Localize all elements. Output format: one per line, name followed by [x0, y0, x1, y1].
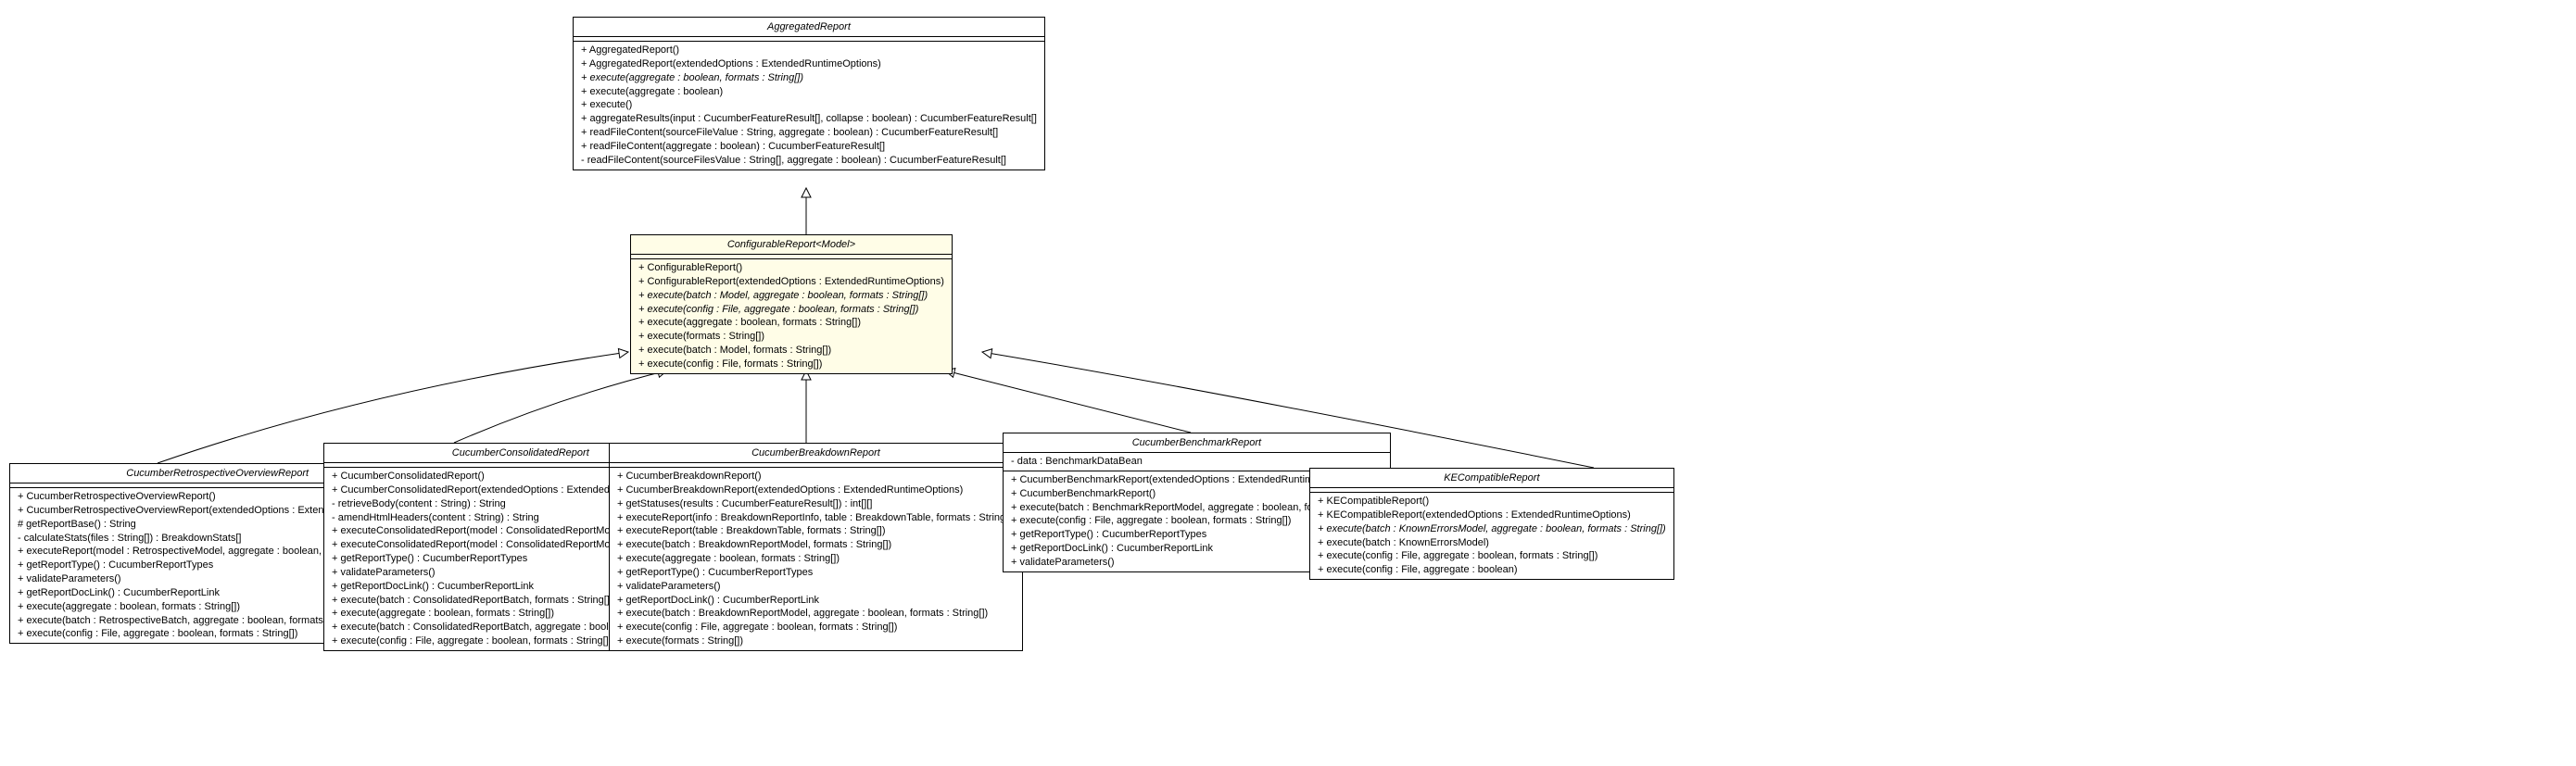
member-line: - data : BenchmarkDataBean	[1011, 455, 1383, 469]
class-title: ConfigurableReport<Model>	[631, 235, 952, 255]
member-line: + execute(config : File, aggregate : boo…	[617, 621, 1015, 634]
member-line: + AggregatedReport()	[581, 44, 1037, 57]
member-line: + getReportType() : CucumberReportTypes	[617, 566, 1015, 580]
member-line: + getReportDocLink() : CucumberReportLin…	[617, 594, 1015, 608]
member-line: + CucumberBreakdownReport()	[617, 470, 1015, 483]
class-title: CucumberBreakdownReport	[610, 444, 1022, 463]
member-line: + execute(aggregate : boolean, formats :…	[638, 316, 944, 330]
member-line: + AggregatedReport(extendedOptions : Ext…	[581, 57, 1037, 71]
member-line: + ConfigurableReport()	[638, 261, 944, 275]
member-line: + execute(batch : Model, formats : Strin…	[638, 344, 944, 358]
class-aggregated-report: AggregatedReport + AggregatedReport()+ A…	[573, 17, 1045, 170]
member-line: + execute(aggregate : boolean, formats :…	[581, 71, 1037, 85]
class-methods: + AggregatedReport()+ AggregatedReport(e…	[574, 42, 1044, 170]
member-line: + execute(aggregate : boolean, formats :…	[617, 552, 1015, 566]
member-line: + execute(config : File, aggregate : boo…	[1318, 563, 1666, 577]
member-line: + executeReport(info : BreakdownReportIn…	[617, 511, 1015, 525]
member-line: + execute(batch : Model, aggregate : boo…	[638, 289, 944, 303]
member-line: + KECompatibleReport()	[1318, 495, 1666, 509]
member-line: + validateParameters()	[617, 580, 1015, 594]
class-methods: + CucumberBreakdownReport()+ CucumberBre…	[610, 468, 1022, 650]
member-line: + ConfigurableReport(extendedOptions : E…	[638, 275, 944, 289]
member-line: - readFileContent(sourceFilesValue : Str…	[581, 154, 1037, 168]
class-configurable-report: ConfigurableReport<Model> + Configurable…	[630, 234, 953, 374]
class-title: KECompatibleReport	[1310, 469, 1673, 488]
member-line: + execute(aggregate : boolean)	[581, 85, 1037, 99]
class-title: AggregatedReport	[574, 18, 1044, 37]
member-line: + execute()	[581, 98, 1037, 112]
member-line: + execute(config : File, formats : Strin…	[638, 358, 944, 371]
class-kecompatible-report: KECompatibleReport + KECompatibleReport(…	[1309, 468, 1674, 580]
member-line: + execute(formats : String[])	[638, 330, 944, 344]
member-line: + readFileContent(aggregate : boolean) :…	[581, 140, 1037, 154]
member-line: + execute(config : File, aggregate : boo…	[638, 303, 944, 317]
member-line: + aggregateResults(input : CucumberFeatu…	[581, 112, 1037, 126]
member-line: + KECompatibleReport(extendedOptions : E…	[1318, 509, 1666, 522]
member-line: + readFileContent(sourceFileValue : Stri…	[581, 126, 1037, 140]
class-breakdown-report: CucumberBreakdownReport + CucumberBreakd…	[609, 443, 1023, 651]
class-title: CucumberBenchmarkReport	[1004, 433, 1390, 453]
member-line: + execute(batch : BreakdownReportModel, …	[617, 538, 1015, 552]
member-line: + executeReport(table : BreakdownTable, …	[617, 524, 1015, 538]
class-methods: + ConfigurableReport()+ ConfigurableRepo…	[631, 259, 952, 373]
class-methods: + KECompatibleReport()+ KECompatibleRepo…	[1310, 493, 1673, 579]
member-line: + execute(batch : KnownErrorsModel, aggr…	[1318, 522, 1666, 536]
member-line: + CucumberBreakdownReport(extendedOption…	[617, 483, 1015, 497]
member-line: + execute(formats : String[])	[617, 634, 1015, 648]
member-line: + execute(config : File, aggregate : boo…	[1318, 549, 1666, 563]
member-line: + execute(batch : KnownErrorsModel)	[1318, 536, 1666, 550]
member-line: + getStatuses(results : CucumberFeatureR…	[617, 497, 1015, 511]
member-line: + execute(batch : BreakdownReportModel, …	[617, 607, 1015, 621]
